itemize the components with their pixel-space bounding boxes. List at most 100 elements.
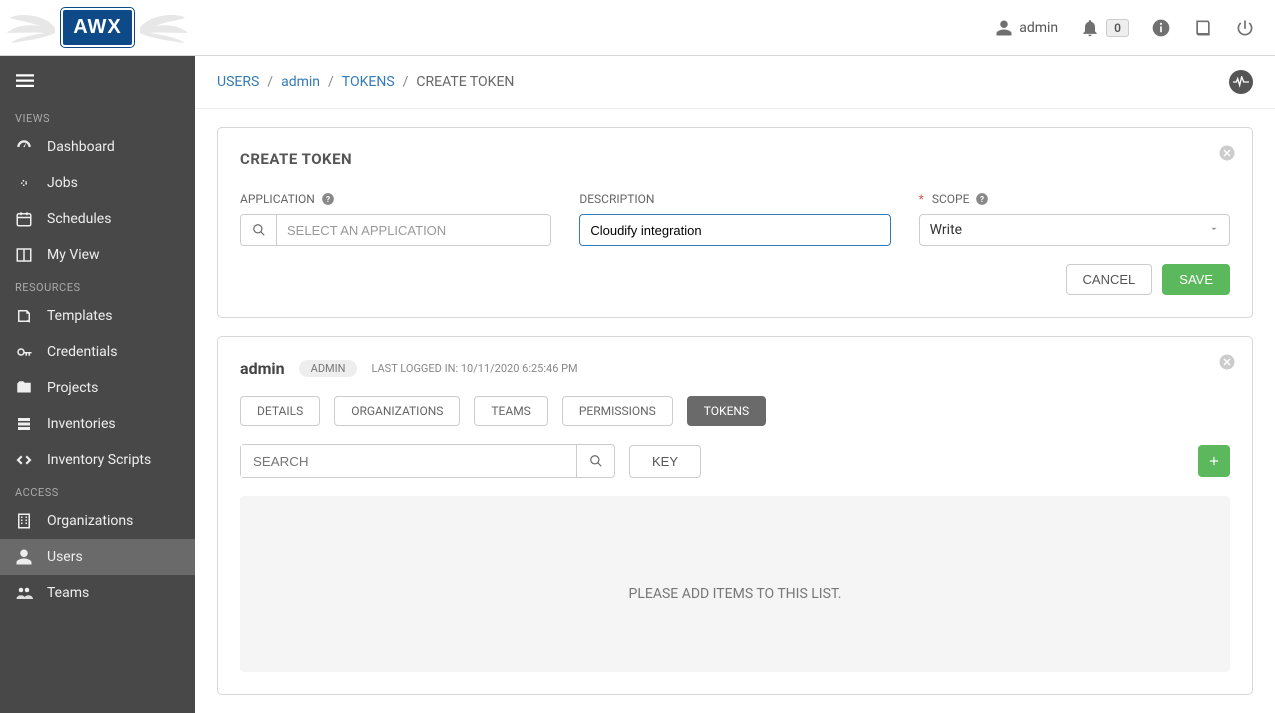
credentials-icon [15, 343, 33, 361]
close-button[interactable] [1218, 353, 1236, 375]
tab-organizations[interactable]: ORGANIZATIONS [334, 396, 460, 426]
empty-list: PLEASE ADD ITEMS TO THIS LIST. [240, 496, 1230, 672]
description-input[interactable] [579, 214, 890, 246]
close-icon [1218, 353, 1236, 371]
tab-teams[interactable]: TEAMS [474, 396, 547, 426]
organizations-icon [15, 512, 33, 530]
current-user[interactable]: admin [995, 19, 1058, 37]
tabs: DETAILS ORGANIZATIONS TEAMS PERMISSIONS … [240, 396, 1230, 426]
application-field-group: APPLICATION ? [240, 192, 551, 246]
add-token-button[interactable] [1198, 445, 1230, 477]
form-buttons: CANCEL SAVE [240, 264, 1230, 295]
sidebar-item-jobs[interactable]: Jobs [0, 165, 195, 201]
search-input[interactable] [241, 445, 576, 477]
key-button[interactable]: KEY [629, 445, 701, 478]
tab-tokens[interactable]: TOKENS [687, 396, 766, 426]
info-icon [1151, 18, 1171, 38]
required-marker: * [919, 192, 924, 206]
plus-icon [1207, 454, 1221, 468]
panel-title: CREATE TOKEN [240, 150, 1230, 168]
scope-label: * SCOPE ? [919, 192, 1230, 206]
pulse-icon [1233, 76, 1249, 88]
tab-details[interactable]: DETAILS [240, 396, 320, 426]
sidebar: VIEWS Dashboard Jobs Schedules My View R… [0, 56, 195, 713]
sidebar-item-dashboard[interactable]: Dashboard [0, 129, 195, 165]
sidebar-item-users[interactable]: Users [0, 539, 195, 575]
breadcrumb-admin[interactable]: admin [281, 74, 320, 90]
search-group [240, 444, 615, 478]
sidebar-item-schedules[interactable]: Schedules [0, 201, 195, 237]
nav-label: Inventory Scripts [47, 452, 151, 468]
nav-label: Dashboard [47, 139, 115, 155]
scope-value: Write [930, 222, 962, 238]
sidebar-item-credentials[interactable]: Credentials [0, 334, 195, 370]
nav-label: Organizations [47, 513, 133, 529]
notification-count: 0 [1106, 19, 1129, 37]
breadcrumb-tokens[interactable]: TOKENS [342, 74, 395, 90]
sidebar-item-teams[interactable]: Teams [0, 575, 195, 611]
info-button[interactable] [1151, 18, 1171, 38]
application-search-button[interactable] [241, 215, 277, 245]
scope-select[interactable]: Write [919, 214, 1230, 246]
logout-button[interactable] [1235, 18, 1255, 38]
tab-permissions[interactable]: PERMISSIONS [562, 396, 673, 426]
sidebar-toggle[interactable] [0, 66, 195, 104]
username-label: admin [1019, 20, 1058, 36]
users-icon [15, 548, 33, 566]
sidebar-item-templates[interactable]: Templates [0, 298, 195, 334]
last-login: LAST LOGGED IN: 10/11/2020 6:25:46 PM [371, 362, 577, 375]
empty-message: PLEASE ADD ITEMS TO THIS LIST. [629, 586, 842, 602]
projects-icon [15, 379, 33, 397]
sidebar-item-organizations[interactable]: Organizations [0, 503, 195, 539]
nav-label: My View [47, 247, 100, 263]
breadcrumb-sep: / [403, 74, 409, 90]
search-button[interactable] [576, 445, 614, 477]
nav-label: Users [47, 549, 83, 565]
help-icon[interactable]: ? [321, 192, 335, 206]
cancel-button[interactable]: CANCEL [1066, 264, 1153, 295]
chevron-down-icon [1209, 222, 1219, 238]
user-icon [995, 19, 1013, 37]
book-icon [1193, 18, 1213, 38]
sidebar-item-projects[interactable]: Projects [0, 370, 195, 406]
jobs-icon [15, 174, 33, 192]
svg-text:?: ? [326, 194, 330, 204]
user-tokens-panel: admin ADMIN LAST LOGGED IN: 10/11/2020 6… [217, 336, 1253, 695]
topbar-right: admin 0 [995, 18, 1255, 38]
section-resources: RESOURCES [0, 273, 195, 298]
breadcrumb-sep: / [328, 74, 334, 90]
logo-area: AWX [0, 0, 195, 56]
wing-left-icon [5, 8, 65, 48]
save-button[interactable]: SAVE [1162, 264, 1230, 295]
main-content: USERS / admin / TOKENS / CREATE TOKEN CR… [195, 56, 1275, 713]
hamburger-icon [15, 72, 35, 90]
topbar: AWX admin 0 [0, 0, 1275, 56]
sidebar-item-myview[interactable]: My View [0, 237, 195, 273]
nav-label: Teams [47, 585, 89, 601]
sidebar-item-inventories[interactable]: Inventories [0, 406, 195, 442]
inventories-icon [15, 415, 33, 433]
application-input[interactable] [277, 215, 550, 245]
nav-label: Credentials [47, 344, 117, 360]
close-button[interactable] [1218, 144, 1236, 166]
sidebar-item-inventory-scripts[interactable]: Inventory Scripts [0, 442, 195, 478]
application-lookup[interactable] [240, 214, 551, 246]
description-label: DESCRIPTION [579, 192, 890, 206]
breadcrumb: USERS / admin / TOKENS / CREATE TOKEN [195, 56, 1275, 109]
nav-label: Inventories [47, 416, 116, 432]
nav-label: Schedules [47, 211, 111, 227]
help-icon[interactable]: ? [975, 192, 989, 206]
docs-button[interactable] [1193, 18, 1213, 38]
schedule-icon [15, 210, 33, 228]
user-header: admin ADMIN LAST LOGGED IN: 10/11/2020 6… [240, 359, 1230, 378]
notifications[interactable]: 0 [1080, 18, 1129, 38]
nav-label: Projects [47, 380, 98, 396]
breadcrumb-users[interactable]: USERS [217, 74, 259, 90]
templates-icon [15, 307, 33, 325]
activity-stream-button[interactable] [1229, 70, 1253, 94]
logo[interactable]: AWX [61, 8, 134, 47]
description-field-group: DESCRIPTION [579, 192, 890, 246]
search-icon [252, 223, 266, 237]
search-icon [589, 454, 603, 468]
last-login-value: 10/11/2020 6:25:46 PM [461, 362, 578, 375]
